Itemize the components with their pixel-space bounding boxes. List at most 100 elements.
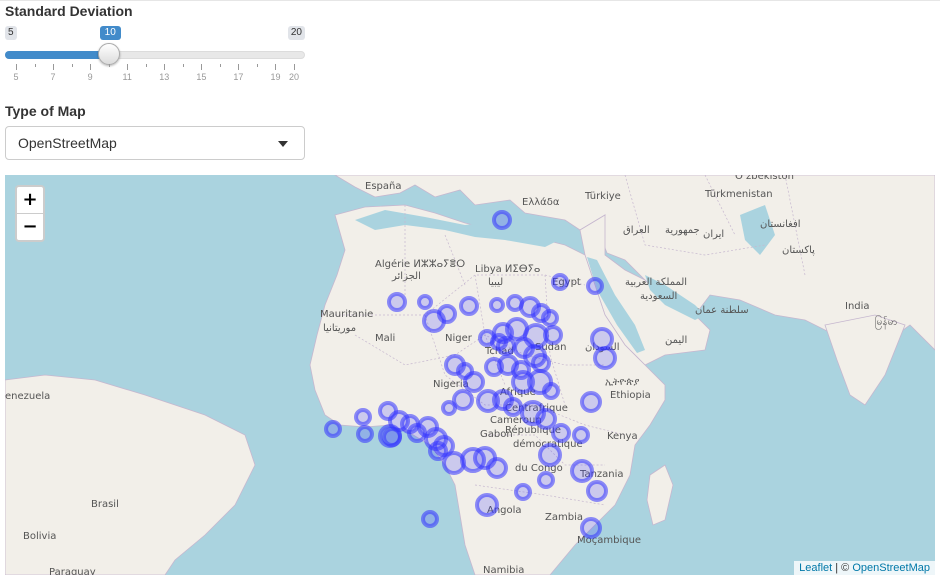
slider-tick xyxy=(16,64,17,70)
map-place-label: العراق xyxy=(623,225,650,236)
map-type-select[interactable]: OpenStreetMap xyxy=(5,126,305,160)
map-place-label: الجزائر xyxy=(391,271,421,282)
slider-tick xyxy=(275,64,277,70)
chevron-down-icon xyxy=(278,141,288,147)
slider-max-label: 20 xyxy=(287,26,305,40)
slider-tick xyxy=(127,64,129,70)
map-marker[interactable] xyxy=(428,441,448,461)
map-marker[interactable] xyxy=(531,353,551,373)
map-marker[interactable] xyxy=(387,292,407,312)
map-place-label: España xyxy=(365,181,401,192)
slider-tick-label: 17 xyxy=(233,72,244,82)
map-type-selected: OpenStreetMap xyxy=(18,135,117,151)
map-marker[interactable] xyxy=(486,457,508,479)
map-place-label: افغانستان xyxy=(760,219,801,230)
map-type-label: Type of Map xyxy=(5,103,86,119)
map-marker[interactable] xyxy=(537,471,555,489)
map-place-label: Mali xyxy=(375,333,395,344)
map-marker[interactable] xyxy=(572,426,590,444)
slider-tick-label: 5 xyxy=(13,72,19,82)
map-place-label: enezuela xyxy=(5,391,50,402)
map-marker[interactable] xyxy=(324,420,342,438)
map-place-label: سلطنة عمان xyxy=(695,305,749,316)
map-marker[interactable] xyxy=(422,309,446,333)
map-marker[interactable] xyxy=(593,346,617,370)
slider-tick xyxy=(34,64,36,67)
map-marker[interactable] xyxy=(580,391,602,413)
map-place-label: پاکستان xyxy=(782,245,815,256)
map-marker[interactable] xyxy=(586,277,604,295)
map-marker[interactable] xyxy=(489,297,505,313)
map-marker[interactable] xyxy=(459,296,479,316)
map-place-label: Paraguay xyxy=(49,567,96,575)
map-marker[interactable] xyxy=(551,423,571,443)
map-place-label: Türkiye xyxy=(584,191,621,202)
map-attribution: Leaflet | © OpenStreetMap xyxy=(794,561,935,575)
std-dev-slider[interactable]: 5 10 20 5 7 9 11 13 15 17 19 20 xyxy=(5,26,305,82)
map-place-label: Kenya xyxy=(607,431,638,442)
leaflet-link[interactable]: Leaflet xyxy=(799,562,832,574)
slider-value-label: 10 xyxy=(99,26,121,40)
leaflet-map[interactable]: España Türkiye Ελλάδα Türkmenistan O‘zbekist… xyxy=(5,175,935,575)
slider-tick-label: 11 xyxy=(122,72,132,82)
map-marker[interactable] xyxy=(551,273,569,291)
map-marker[interactable] xyxy=(542,382,560,400)
slider-tick xyxy=(219,64,221,67)
map-marker[interactable] xyxy=(421,510,439,528)
slider-tick xyxy=(90,64,92,70)
slider-tick xyxy=(238,64,240,70)
map-marker[interactable] xyxy=(535,408,557,430)
map-place-label: ليبيا xyxy=(488,277,503,288)
slider-tick-label: 19 xyxy=(270,72,281,82)
map-marker[interactable] xyxy=(586,480,608,502)
slider-tick-label: 20 xyxy=(288,72,300,82)
map-marker[interactable] xyxy=(382,427,402,447)
map-place-label: မြန်မာ xyxy=(875,314,897,330)
map-marker[interactable] xyxy=(514,483,532,501)
map-place-label: ኢትዮጵያ xyxy=(605,377,639,388)
map-place-label: Mauritanie xyxy=(320,309,373,320)
slider-tick xyxy=(53,64,55,70)
map-marker[interactable] xyxy=(441,400,457,416)
slider-tick xyxy=(256,64,258,67)
map-place-label: Brasil xyxy=(91,499,119,510)
map-marker[interactable] xyxy=(538,443,562,467)
slider-tick xyxy=(294,64,295,70)
map-marker[interactable] xyxy=(356,425,374,443)
map-marker[interactable] xyxy=(354,408,372,426)
map-tiles: España Türkiye Ελλάδα Türkmenistan O‘zbekist… xyxy=(5,175,935,575)
attribution-separator: | © xyxy=(832,562,853,574)
map-place-label: Namibia xyxy=(483,565,524,575)
map-place-label: Türkmenistan xyxy=(704,189,773,200)
zoom-control: + − xyxy=(15,185,45,242)
map-marker[interactable] xyxy=(543,325,563,345)
slider-handle[interactable] xyxy=(97,43,120,65)
map-place-label: Gabon xyxy=(480,429,513,440)
map-marker[interactable] xyxy=(541,309,559,327)
top-divider xyxy=(0,0,940,1)
slider-tick-label: 9 xyxy=(87,72,93,82)
map-place-label: O‘zbekiston xyxy=(735,175,794,182)
slider-tick xyxy=(108,64,110,67)
map-place-label: Ethiopia xyxy=(610,390,651,401)
map-marker[interactable] xyxy=(463,371,485,393)
map-place-label: Libya ⵍⵉⴱⵢⴰ xyxy=(475,264,540,275)
map-place-label: ایران xyxy=(703,229,724,240)
map-marker[interactable] xyxy=(580,517,602,539)
map-place-label: المملكة العربية xyxy=(625,277,687,288)
map-marker[interactable] xyxy=(503,397,523,417)
map-place-label: موريتانيا xyxy=(323,323,356,334)
slider-tick xyxy=(145,64,147,67)
map-place-label: Ελλάδα xyxy=(522,196,560,208)
map-marker[interactable] xyxy=(570,459,594,483)
map-marker[interactable] xyxy=(475,493,499,517)
slider-tick xyxy=(201,64,203,70)
zoom-in-button[interactable]: + xyxy=(17,187,43,214)
map-marker[interactable] xyxy=(417,294,433,310)
map-marker[interactable] xyxy=(492,210,512,230)
zoom-out-button[interactable]: − xyxy=(17,214,43,240)
slider-tick-label: 7 xyxy=(50,72,56,82)
map-marker[interactable] xyxy=(496,336,516,356)
osm-link[interactable]: OpenStreetMap xyxy=(852,562,930,574)
map-marker[interactable] xyxy=(590,327,614,351)
